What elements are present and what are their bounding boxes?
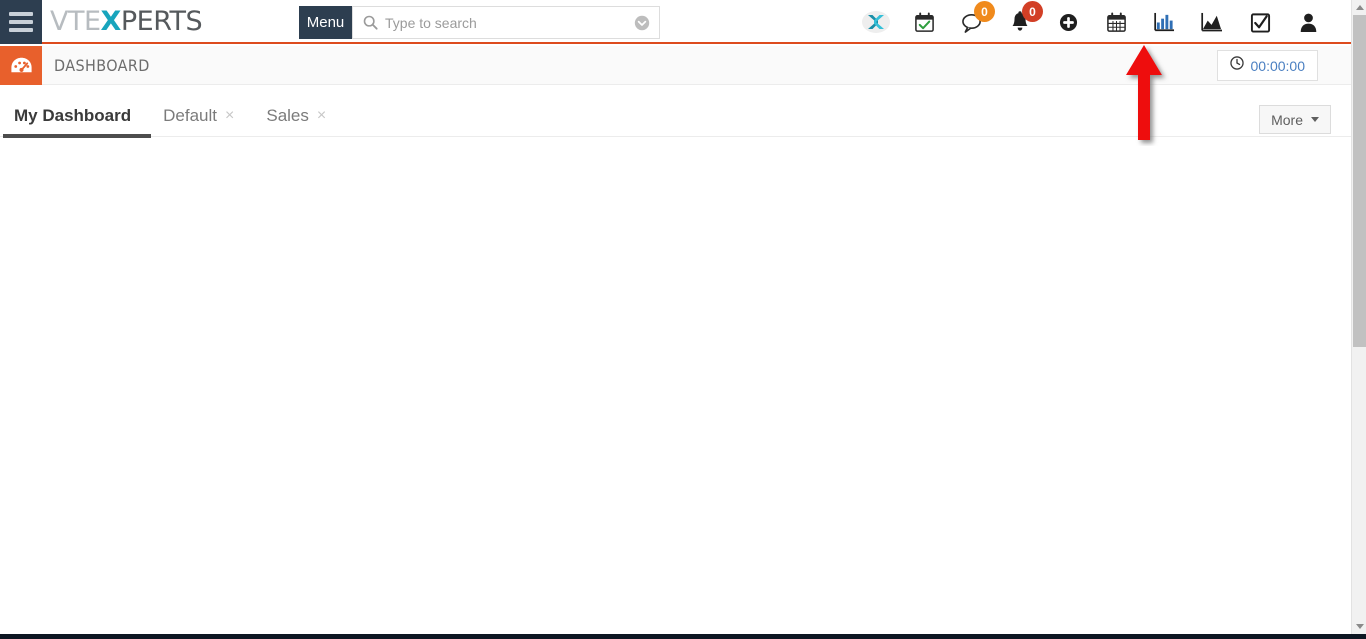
hamburger-icon-line: [9, 12, 33, 16]
vtexperts-x-icon[interactable]: [852, 0, 900, 44]
more-button[interactable]: More: [1259, 105, 1331, 134]
module-header-bar: DASHBOARD 00:00:00: [0, 46, 1351, 85]
tab-default[interactable]: Default ×: [147, 90, 250, 142]
task-checkbox-icon[interactable]: [1236, 0, 1284, 44]
menu-button[interactable]: Menu: [299, 6, 352, 39]
tab-close-icon[interactable]: ×: [317, 108, 326, 124]
clock-icon: [1229, 56, 1244, 75]
logo-text-part3: PERTS: [120, 6, 203, 37]
tab-label: Sales: [266, 106, 309, 125]
timer-value: 00:00:00: [1250, 57, 1306, 74]
clear-circle-icon[interactable]: [634, 15, 650, 31]
dashboard-widget-canvas[interactable]: [0, 142, 1351, 634]
tab-label: My Dashboard: [14, 106, 132, 125]
dashboard-page: VTEXPERTS Menu Type to search 0 0 DASHBO…: [0, 0, 1366, 639]
scroll-up-arrow-icon[interactable]: [1352, 0, 1366, 15]
area-chart-icon[interactable]: [1188, 0, 1236, 44]
calendar-check-icon[interactable]: [900, 0, 948, 44]
bell-notification-icon[interactable]: 0: [996, 0, 1044, 44]
hamburger-menu-button[interactable]: [0, 0, 42, 44]
bar-chart-icon[interactable]: [1140, 0, 1188, 44]
scroll-down-arrow-icon[interactable]: [1352, 619, 1366, 634]
hamburger-icon-line: [9, 20, 33, 24]
triangle-up: [1355, 5, 1364, 10]
logo-text-x: X: [100, 6, 122, 37]
timer-widget[interactable]: 00:00:00: [1216, 50, 1318, 81]
hamburger-icon-line: [9, 28, 33, 32]
more-button-label: More: [1271, 111, 1303, 128]
chevron-down-icon: [1311, 117, 1319, 122]
global-search[interactable]: [352, 6, 660, 39]
page-title: DASHBOARD: [54, 56, 150, 75]
triangle-down: [1355, 624, 1364, 629]
tab-label: Default: [163, 106, 218, 125]
dashboard-tabs-bar: My Dashboard Default × Sales ×: [0, 86, 1351, 142]
bottom-edge-bar: [0, 634, 1366, 639]
chat-badge: 0: [974, 1, 995, 22]
header-icon-bar: 0 0: [852, 0, 1332, 44]
search-input[interactable]: [378, 8, 634, 37]
dashboard-gauge-icon[interactable]: [0, 46, 42, 85]
tab-sales[interactable]: Sales ×: [250, 90, 342, 142]
calendar-icon[interactable]: [1092, 0, 1140, 44]
tabs-divider: [0, 136, 1351, 137]
logo-text-part1: VTE: [50, 6, 101, 37]
top-navigation-bar: VTEXPERTS Menu Type to search 0 0: [0, 0, 1351, 44]
chat-bubble-icon[interactable]: 0: [948, 0, 996, 44]
active-tab-indicator: [3, 134, 151, 138]
tab-close-icon[interactable]: ×: [225, 108, 234, 124]
notification-badge: 0: [1022, 1, 1043, 22]
search-icon: [363, 15, 378, 30]
user-profile-icon[interactable]: [1284, 0, 1332, 44]
page-scrollbar[interactable]: [1351, 0, 1366, 634]
plus-circle-icon[interactable]: [1044, 0, 1092, 44]
scrollbar-thumb[interactable]: [1353, 15, 1366, 347]
app-logo[interactable]: VTEXPERTS: [50, 6, 203, 38]
